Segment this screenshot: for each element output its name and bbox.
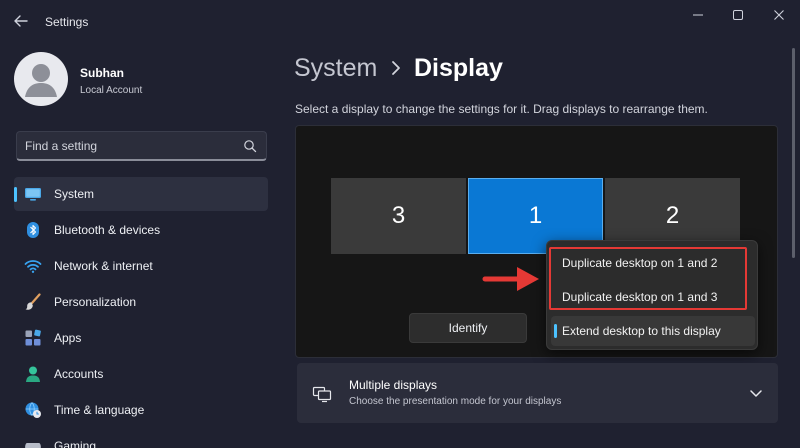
monitor-number: 3 xyxy=(391,202,406,229)
maximize-button[interactable] xyxy=(726,6,750,24)
minimize-button[interactable] xyxy=(686,6,710,24)
scrollbar[interactable] xyxy=(792,48,795,438)
arrow-left-icon xyxy=(14,15,28,27)
search-input[interactable]: Find a setting xyxy=(25,139,97,153)
sidebar-item-accounts[interactable]: Accounts xyxy=(14,357,268,391)
sidebar-item-label: Network & internet xyxy=(54,259,153,273)
identify-label: Identify xyxy=(448,321,488,335)
sidebar-item-label: Time & language xyxy=(54,403,145,417)
sidebar-item-time-language[interactable]: Time & language xyxy=(14,393,268,427)
menu-item-extend[interactable]: Extend desktop to this display xyxy=(551,316,755,346)
chevron-down-icon[interactable] xyxy=(748,385,764,401)
sidebar-item-label: Bluetooth & devices xyxy=(54,223,161,237)
close-button[interactable] xyxy=(767,6,791,24)
monitor-icon xyxy=(25,188,41,201)
multiple-displays-subtitle: Choose the presentation mode for your di… xyxy=(349,396,562,407)
multiple-displays-title: Multiple displays xyxy=(349,378,438,392)
sidebar-item-label: Apps xyxy=(54,331,82,345)
title-bar: Settings xyxy=(0,0,800,40)
display-instruction: Select a display to change the settings … xyxy=(295,102,708,116)
person-icon xyxy=(26,366,40,382)
wifi-icon xyxy=(24,260,42,273)
user-profile[interactable]: Subhan Local Account xyxy=(14,52,274,116)
search-box[interactable]: Find a setting xyxy=(16,131,267,161)
sidebar-item-label: Gaming xyxy=(54,439,97,448)
page-title: Display xyxy=(414,54,503,82)
gamepad-icon xyxy=(25,443,41,448)
chevron-right-icon xyxy=(392,61,400,75)
default-user-icon xyxy=(25,64,57,97)
sidebar-item-network[interactable]: Network & internet xyxy=(14,249,268,283)
sidebar-item-bluetooth[interactable]: Bluetooth & devices xyxy=(14,213,268,247)
sidebar-item-system[interactable]: System xyxy=(14,177,268,211)
back-button[interactable] xyxy=(10,10,32,32)
monitor-number: 2 xyxy=(665,202,680,229)
sidebar-item-apps[interactable]: Apps xyxy=(14,321,268,355)
account-type: Local Account xyxy=(80,85,143,96)
sidebar-item-gaming[interactable]: Gaming xyxy=(14,429,268,448)
sidebar-item-label: Personalization xyxy=(54,295,137,309)
brush-icon xyxy=(25,293,41,310)
user-name: Subhan xyxy=(80,66,124,80)
minimize-icon xyxy=(693,14,703,16)
globe-clock-icon xyxy=(25,402,41,418)
sidebar: Subhan Local Account Find a setting Syst… xyxy=(0,40,280,448)
multiple-displays-card[interactable]: Multiple displays Choose the presentatio… xyxy=(297,363,778,423)
selection-indicator xyxy=(554,324,557,338)
identify-button[interactable]: Identify xyxy=(409,313,527,343)
scrollbar-thumb[interactable] xyxy=(792,48,795,258)
sidebar-item-label: System xyxy=(54,187,95,201)
maximize-icon xyxy=(733,10,743,20)
app-title: Settings xyxy=(45,15,89,29)
bluetooth-icon xyxy=(27,222,39,238)
apps-icon xyxy=(25,329,41,346)
sidebar-item-personalization[interactable]: Personalization xyxy=(14,285,268,319)
monitor-number: 1 xyxy=(528,202,543,229)
close-icon xyxy=(774,10,784,20)
menu-item-label: Extend desktop to this display xyxy=(562,324,721,338)
sidebar-item-label: Accounts xyxy=(54,367,104,381)
breadcrumb-parent[interactable]: System xyxy=(294,54,377,83)
search-icon[interactable] xyxy=(243,139,257,153)
annotation-arrow-icon xyxy=(482,267,539,291)
annotation-highlight-box xyxy=(549,247,747,310)
avatar xyxy=(14,52,68,106)
monitor-3[interactable]: 3 xyxy=(331,178,466,254)
multiple-displays-icon xyxy=(312,386,332,403)
